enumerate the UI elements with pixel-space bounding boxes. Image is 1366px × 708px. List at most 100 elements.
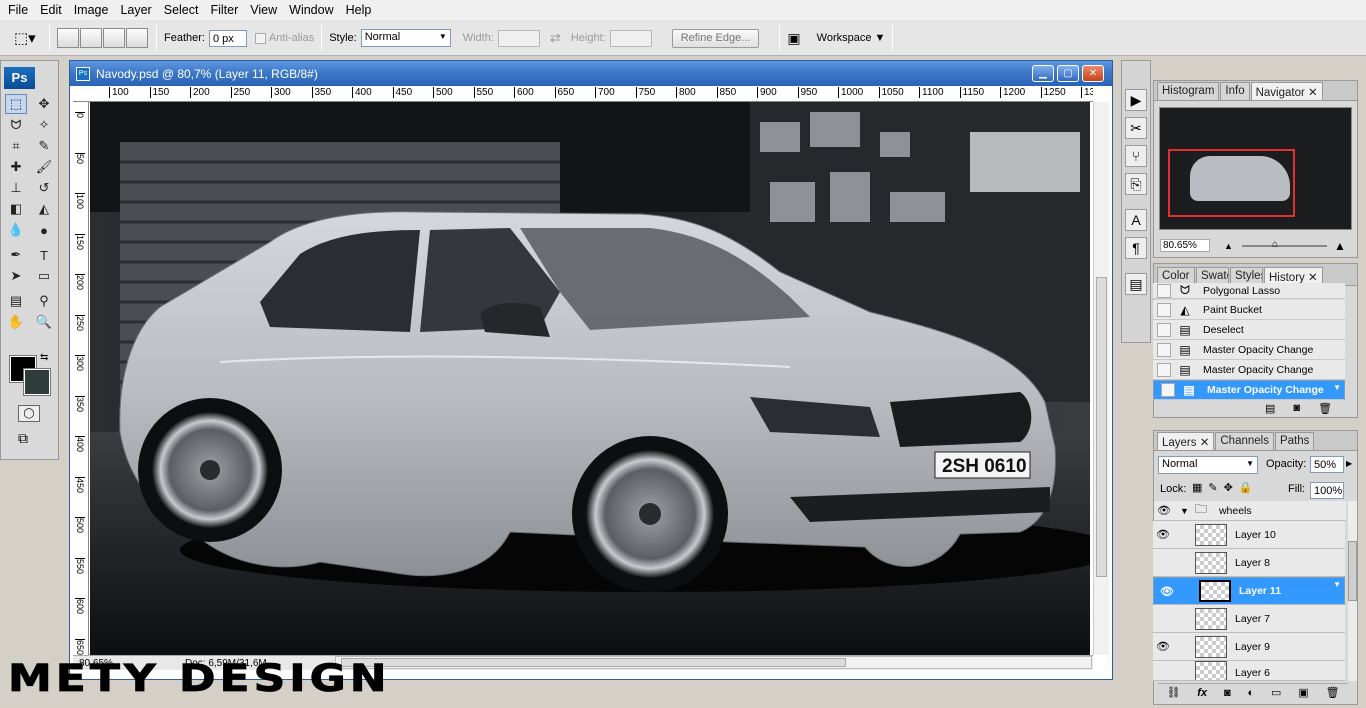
zoom-out-icon[interactable]: ▲ [1224, 241, 1233, 251]
add-selection-button[interactable] [80, 28, 102, 48]
layer-row[interactable]: 👁 Layer 10 [1153, 521, 1345, 549]
tab-navigator[interactable]: Navigator ✕ [1250, 82, 1323, 100]
history-source-checkbox[interactable] [1157, 302, 1171, 317]
opacity-input[interactable]: 50% [1310, 456, 1344, 473]
layer-row-selected[interactable]: 👁 Layer 11 [1153, 577, 1345, 605]
group-expand-icon[interactable]: ▼ [1180, 506, 1189, 516]
visibility-eye-icon[interactable]: 👁 [1157, 585, 1177, 598]
vscroll-thumb[interactable] [1096, 277, 1107, 577]
clone-stamp-tool-icon[interactable]: ⊥ [5, 178, 27, 198]
notes-tool-icon[interactable]: ▤ [5, 291, 27, 311]
eraser-tool-icon[interactable]: ◧ [5, 199, 27, 219]
layer-row[interactable]: Layer 6 [1153, 661, 1345, 681]
history-source-checkbox[interactable] [1157, 283, 1171, 298]
pen-tool-icon[interactable]: ✒ [5, 245, 27, 265]
fill-input[interactable]: 100% [1310, 482, 1344, 499]
canvas-horizontal-scrollbar[interactable] [335, 656, 1092, 669]
clone-source-icon[interactable]: ⎘ [1125, 173, 1147, 195]
visibility-eye-icon[interactable]: 👁 [1154, 504, 1174, 517]
history-state-selected[interactable]: ▤ Master Opacity Change [1153, 380, 1345, 400]
layer-row[interactable]: Layer 7 [1153, 605, 1345, 633]
layers-scrollbar[interactable] [1348, 501, 1357, 681]
dodge-tool-icon[interactable]: ● [33, 220, 55, 240]
slice-tool-icon[interactable]: ✎ [33, 136, 55, 156]
workspace-menu[interactable]: Workspace ▼ [817, 32, 886, 44]
blend-mode-select[interactable]: Normal [1158, 456, 1258, 474]
bridge-icon[interactable]: ▣ [787, 30, 800, 47]
menu-select[interactable]: Select [158, 0, 205, 21]
menu-help[interactable]: Help [340, 0, 378, 21]
zoom-in-icon[interactable]: ▲ [1334, 239, 1346, 253]
healing-brush-tool-icon[interactable]: ✚ [5, 157, 27, 177]
new-selection-button[interactable] [57, 28, 79, 48]
visibility-eye-icon[interactable]: 👁 [1153, 528, 1173, 541]
layer-group-row[interactable]: 👁 ▼ 🗀 wheels [1154, 501, 1346, 521]
style-select[interactable]: Normal [360, 29, 451, 47]
history-source-checkbox[interactable] [1157, 322, 1171, 337]
refine-edge-button[interactable]: Refine Edge... [671, 28, 760, 48]
image-canvas[interactable]: 2SH 0610 [90, 102, 1090, 655]
menu-image[interactable]: Image [68, 0, 115, 21]
antialias-checkbox[interactable] [254, 32, 266, 44]
new-group-icon[interactable]: ▭ [1271, 686, 1281, 699]
history-state[interactable]: ▤ Deselect [1153, 320, 1345, 340]
new-document-from-state-icon[interactable]: ▤ [1265, 402, 1275, 415]
magic-wand-tool-icon[interactable]: ✧ [33, 115, 55, 135]
path-selection-tool-icon[interactable]: ➤ [5, 266, 27, 286]
layer-row[interactable]: Layer 8 [1153, 549, 1345, 577]
paragraph-icon[interactable]: ¶ [1125, 237, 1147, 259]
subtract-selection-button[interactable] [103, 28, 125, 48]
eyedropper-tool-icon[interactable]: ⚲ [33, 291, 55, 311]
document-titlebar[interactable]: Ps Navody.psd @ 80,7% (Layer 11, RGB/8#)… [70, 61, 1112, 86]
lock-position-icon[interactable]: ✥ [1224, 481, 1233, 494]
move-tool-icon[interactable]: ✥ [33, 94, 55, 114]
delete-layer-icon[interactable]: 🗑 [1326, 686, 1340, 699]
actions-icon[interactable]: ▶ [1125, 89, 1147, 111]
maximize-button[interactable]: ▢ [1057, 65, 1079, 82]
delete-state-icon[interactable]: 🗑 [1318, 402, 1332, 415]
new-layer-icon[interactable]: ▣ [1298, 686, 1308, 699]
menu-edit[interactable]: Edit [34, 0, 68, 21]
tab-info[interactable]: Info [1220, 82, 1250, 100]
tab-paths[interactable]: Paths [1274, 432, 1315, 450]
tab-layers[interactable]: Layers ✕ [1157, 432, 1215, 450]
brushes-icon[interactable]: ⑂ [1125, 145, 1147, 167]
layer-mask-icon[interactable]: ◙ [1224, 687, 1231, 699]
intersect-selection-button[interactable] [126, 28, 148, 48]
adjustment-layer-icon[interactable]: ◐ [1247, 687, 1254, 699]
menu-window[interactable]: Window [283, 0, 339, 21]
lock-all-icon[interactable]: 🔒 [1239, 481, 1253, 494]
visibility-eye-icon[interactable]: 👁 [1153, 640, 1173, 653]
history-state[interactable]: ᗢ Polygonal Lasso [1153, 283, 1345, 299]
paint-bucket-tool-icon[interactable]: ◭ [33, 199, 55, 219]
hand-tool-icon[interactable]: ✋ [5, 312, 27, 332]
hscroll-thumb[interactable] [341, 658, 846, 667]
menu-view[interactable]: View [244, 0, 283, 21]
lock-pixels-icon[interactable]: ✎ [1208, 481, 1217, 494]
navigator-slider-handle[interactable]: ⌂ [1272, 239, 1278, 250]
history-state[interactable]: ◭ Paint Bucket [1153, 300, 1345, 320]
blur-tool-icon[interactable]: 💧 [5, 220, 27, 240]
tab-channels[interactable]: Channels [1215, 432, 1274, 450]
screen-mode-icon[interactable]: ⧉ [18, 430, 42, 447]
layer-comps-icon[interactable]: ▤ [1125, 273, 1147, 295]
history-source-checkbox[interactable] [1157, 362, 1171, 377]
menu-filter[interactable]: Filter [204, 0, 244, 21]
type-tool-icon[interactable]: T [33, 245, 55, 265]
lock-transparency-icon[interactable]: ▦ [1192, 481, 1202, 494]
history-brush-tool-icon[interactable]: ↺ [33, 178, 55, 198]
snapshot-icon[interactable]: ◙ [1293, 402, 1300, 415]
navigator-preview[interactable] [1159, 107, 1352, 230]
tool-presets-icon[interactable]: ✂ [1125, 117, 1147, 139]
shape-tool-icon[interactable]: ▭ [33, 266, 55, 286]
marquee-tool-preset-icon[interactable]: ⬚▾ [14, 26, 42, 50]
feather-input[interactable]: 0 px [208, 29, 247, 47]
navigator-zoom-input[interactable]: 80.65% [1160, 239, 1210, 252]
history-source-checkbox[interactable] [1161, 383, 1175, 397]
opacity-dropdown-icon[interactable]: ▶ [1346, 459, 1352, 468]
layer-row[interactable]: 👁 Layer 9 [1153, 633, 1345, 661]
layer-style-icon[interactable]: fx [1197, 687, 1207, 699]
height-input[interactable] [609, 29, 652, 47]
character-icon[interactable]: A [1125, 209, 1147, 231]
brush-tool-icon[interactable]: 🖌 [33, 157, 55, 177]
